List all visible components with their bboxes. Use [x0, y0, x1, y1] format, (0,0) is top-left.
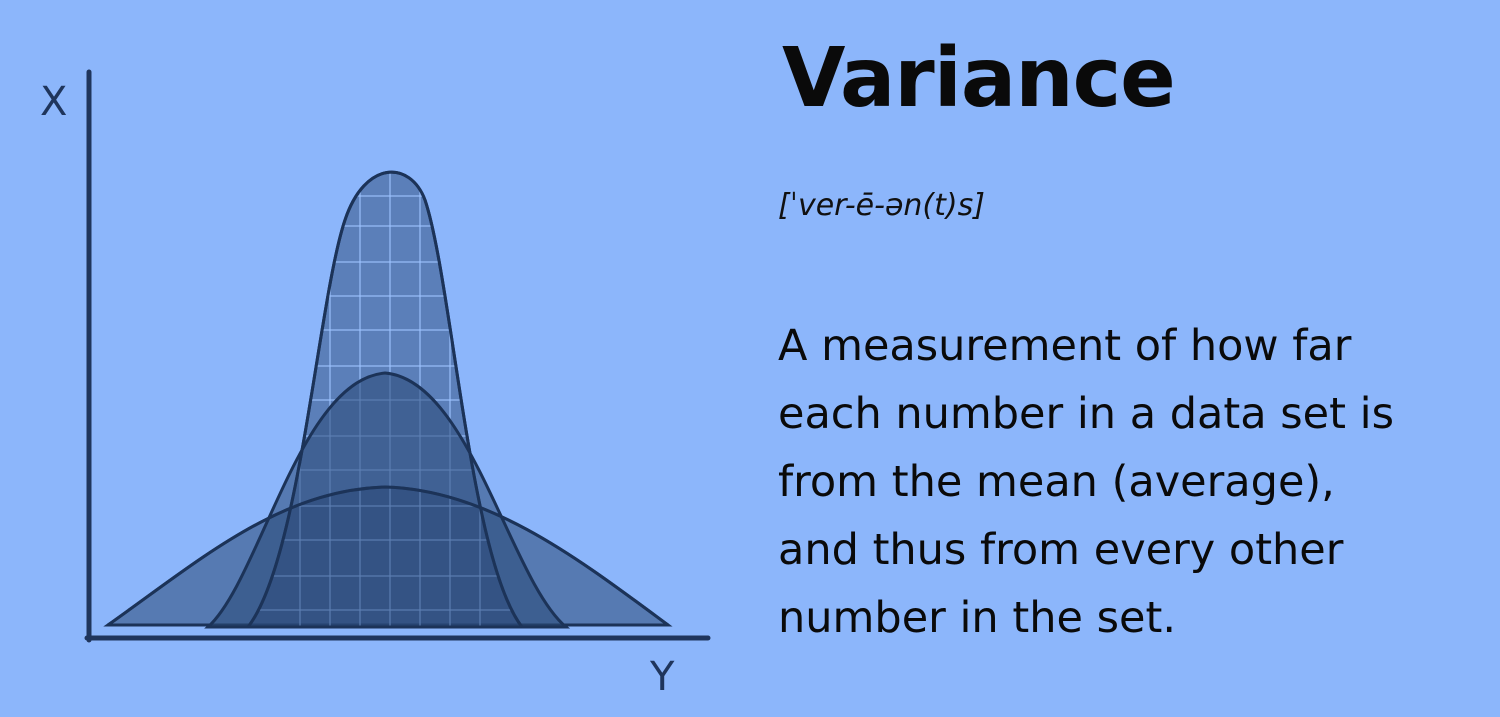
variance-card: X Y Variance [ˈver-ē-ən(t)s] A measureme…: [0, 0, 1500, 717]
definition-text: A measurement of how far each number in …: [778, 321, 1395, 643]
bell-curve-illustration: X Y: [40, 69, 711, 700]
pronunciation: [ˈver-ē-ən(t)s]: [778, 188, 985, 223]
page-title: Variance: [782, 31, 1176, 126]
medium-bell-curve: [204, 371, 571, 629]
axis-y-label: Y: [649, 654, 675, 700]
axis-x-label: X: [40, 79, 67, 125]
